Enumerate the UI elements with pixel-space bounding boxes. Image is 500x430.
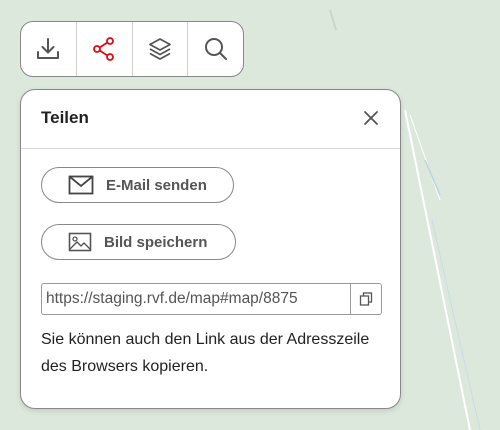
download-icon bbox=[37, 38, 60, 59]
send-email-button[interactable]: E-Mail senden bbox=[41, 167, 234, 203]
layers-icon bbox=[148, 38, 171, 60]
panel-title: Teilen bbox=[41, 108, 89, 127]
copy-hint-text: Sie können auch den Link aus der Adressz… bbox=[41, 331, 370, 375]
send-email-label: E-Mail senden bbox=[106, 176, 207, 194]
layers-button[interactable] bbox=[133, 22, 189, 76]
close-icon[interactable] bbox=[362, 109, 380, 127]
download-button[interactable] bbox=[21, 22, 77, 76]
map-toolbar bbox=[20, 21, 244, 77]
share-panel-header: Teilen bbox=[21, 90, 400, 149]
save-image-button[interactable]: Bild speichern bbox=[41, 224, 236, 260]
copy-icon bbox=[359, 292, 373, 306]
share-icon bbox=[93, 37, 115, 61]
image-icon bbox=[68, 232, 92, 252]
save-image-label: Bild speichern bbox=[104, 233, 208, 251]
share-button[interactable] bbox=[77, 22, 133, 76]
share-link-field[interactable] bbox=[41, 283, 350, 315]
link-row bbox=[41, 283, 382, 315]
search-button[interactable] bbox=[188, 22, 243, 76]
copy-link-button[interactable] bbox=[350, 283, 382, 315]
mail-icon bbox=[68, 175, 94, 195]
share-panel: Teilen E-Mail senden Bild speichern Sie … bbox=[20, 89, 401, 409]
search-icon bbox=[204, 38, 227, 60]
